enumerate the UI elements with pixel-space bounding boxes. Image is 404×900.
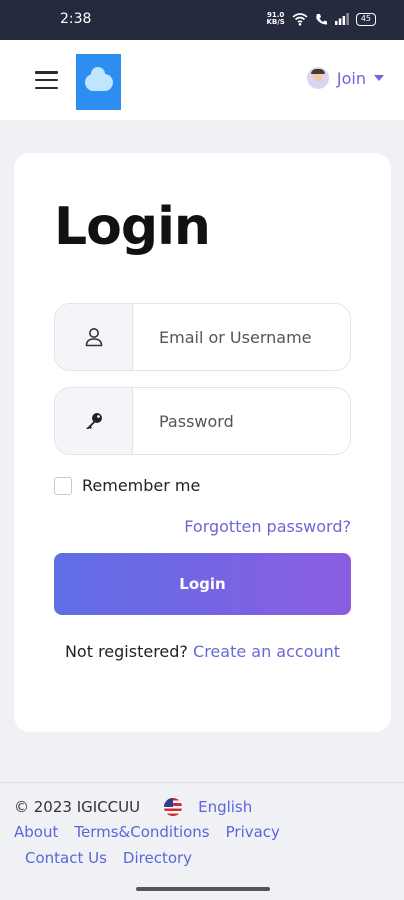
remember-me[interactable]: Remember me: [54, 476, 200, 495]
page-title: Login: [54, 197, 211, 257]
wifi-icon: [292, 13, 308, 26]
footer-link-privacy[interactable]: Privacy: [226, 823, 280, 841]
status-bar: 2:38 91.0 KB/S 45: [0, 0, 404, 40]
join-label: Join: [336, 68, 366, 88]
status-time: 2:38: [60, 11, 92, 27]
call-icon: [316, 13, 327, 25]
network-speed: 91.0 KB/S: [266, 12, 284, 26]
login-button[interactable]: Login: [54, 553, 351, 615]
not-registered-text: Not registered?: [64, 642, 188, 661]
username-addon: [55, 304, 133, 370]
copyright: © 2023 IGICCUU: [14, 798, 141, 816]
username-input[interactable]: [133, 304, 350, 370]
chevron-down-icon: [374, 75, 384, 81]
password-addon: [55, 388, 133, 454]
password-field: [54, 387, 351, 455]
password-input[interactable]: [133, 388, 350, 454]
footer: © 2023 IGICCUU English About Terms&Condi…: [0, 782, 404, 900]
footer-row-top: © 2023 IGICCUU English: [14, 798, 252, 816]
remember-me-label: Remember me: [82, 476, 201, 495]
footer-link-about[interactable]: About: [14, 823, 58, 841]
signal-icon: [334, 13, 349, 25]
footer-link-directory[interactable]: Directory: [123, 849, 192, 867]
footer-row-links: About Terms&Conditions Privacy: [14, 823, 280, 841]
login-card: Login Remember me Forgotten password? Lo…: [14, 153, 391, 732]
network-speed-unit: KB/S: [266, 18, 285, 26]
app-logo-icon[interactable]: [76, 54, 121, 110]
battery-icon: 45: [355, 12, 376, 26]
key-icon: [85, 413, 102, 429]
home-indicator[interactable]: [136, 887, 270, 891]
language-link[interactable]: English: [198, 798, 252, 816]
hamburger-menu-icon[interactable]: [35, 71, 58, 89]
status-icons: 91.0 KB/S 45: [266, 12, 376, 26]
avatar-icon: [306, 67, 329, 89]
join-menu[interactable]: Join: [306, 67, 384, 89]
app-header: Join: [0, 40, 404, 120]
username-field: [54, 303, 351, 371]
footer-link-contact[interactable]: Contact Us: [25, 849, 107, 867]
checkbox-icon[interactable]: [54, 476, 72, 495]
footer-row-links-2: Contact Us Directory: [25, 849, 192, 867]
register-prompt: Not registered? Create an account: [54, 638, 351, 665]
footer-link-terms[interactable]: Terms&Conditions: [74, 823, 209, 841]
create-account-link[interactable]: Create an account: [193, 642, 340, 661]
us-flag-icon: [164, 798, 183, 816]
user-icon: [85, 328, 102, 347]
forgot-password-link[interactable]: Forgotten password?: [184, 517, 351, 536]
